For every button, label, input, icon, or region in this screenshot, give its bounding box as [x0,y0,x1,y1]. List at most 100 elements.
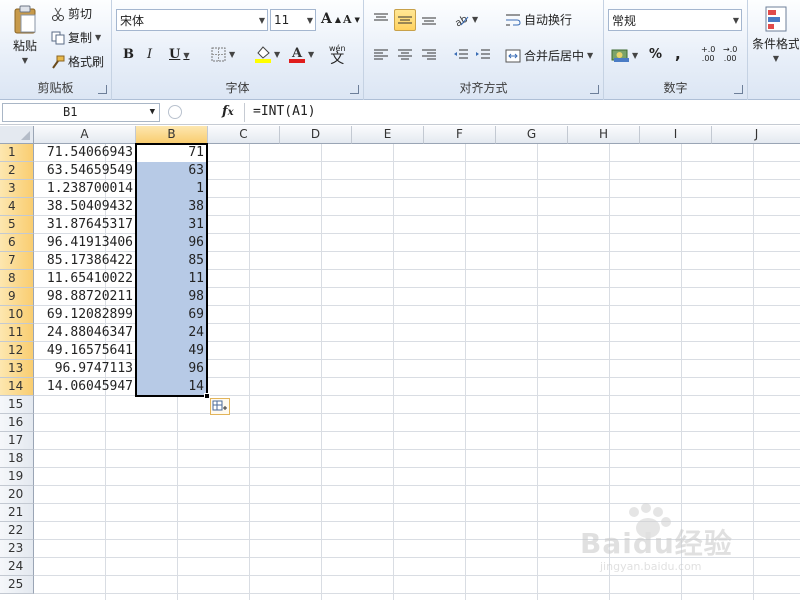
orientation-button[interactable]: ab ▼ [452,10,479,30]
column-header-g[interactable]: G [496,126,568,144]
comma-button[interactable]: , [674,44,682,64]
borders-button[interactable]: ▼ [210,46,236,63]
row-header-21[interactable]: 21 [0,504,34,522]
cell-a12[interactable]: 49.16575641 [34,342,136,360]
column-header-j[interactable]: J [712,126,800,144]
cell-b8[interactable]: 11 [136,270,207,288]
row-header-16[interactable]: 16 [0,414,34,432]
percent-button[interactable]: % [648,46,663,63]
cell-a4[interactable]: 38.50409432 [34,198,136,216]
font-size-select[interactable]: 11 ▼ [270,9,316,31]
cell-b13[interactable]: 96 [136,360,207,378]
formula-input[interactable]: =INT(A1) [244,103,798,122]
dialog-launcher-icon[interactable] [590,85,599,94]
shrink-font-button[interactable]: A ▼ [342,12,361,27]
cell-b3[interactable]: 1 [136,180,207,198]
increase-indent-button[interactable] [474,46,492,64]
align-left-button[interactable] [372,46,390,64]
cell-b7[interactable]: 85 [136,252,207,270]
cell-a11[interactable]: 24.88046347 [34,324,136,342]
cell-b2[interactable]: 63 [136,162,207,180]
cell-b4[interactable]: 38 [136,198,207,216]
cut-button[interactable]: 剪切 [50,4,93,23]
cell-a9[interactable]: 98.88720211 [34,288,136,306]
cell-a2[interactable]: 63.54659549 [34,162,136,180]
insert-function-icon[interactable]: fx [222,104,234,119]
column-header-a[interactable]: A [34,126,136,144]
row-header-12[interactable]: 12 [0,342,34,360]
row-header-19[interactable]: 19 [0,468,34,486]
cell-b6[interactable]: 96 [136,234,207,252]
cell-b14[interactable]: 14 [136,378,207,396]
cell-b9[interactable]: 98 [136,288,207,306]
currency-button[interactable]: ▼ [610,46,639,64]
auto-fill-options-button[interactable] [210,398,230,415]
row-header-24[interactable]: 24 [0,558,34,576]
italic-button[interactable]: I [146,46,153,63]
cell-b5[interactable]: 31 [136,216,207,234]
name-box[interactable]: B1 ▼ [2,103,160,122]
font-color-button[interactable]: A ▼ [288,44,315,64]
align-bottom-button[interactable] [420,10,438,28]
row-header-1[interactable]: 1 [0,144,34,162]
cell-a3[interactable]: 1.238700014 [34,180,136,198]
align-top-button[interactable] [372,10,390,28]
cell-a7[interactable]: 85.17386422 [34,252,136,270]
row-header-4[interactable]: 4 [0,198,34,216]
column-header-b[interactable]: B [136,126,208,144]
row-header-18[interactable]: 18 [0,450,34,468]
number-format-select[interactable]: 常规 ▼ [608,9,742,31]
column-header-e[interactable]: E [352,126,424,144]
merge-center-button[interactable]: 合并后居中 ▼ [504,46,594,65]
row-header-23[interactable]: 23 [0,540,34,558]
column-header-i[interactable]: I [640,126,712,144]
align-right-button[interactable] [420,46,438,64]
phonetic-button[interactable]: wén 文 [328,42,347,66]
decrease-indent-button[interactable] [452,46,470,64]
increase-decimal-button[interactable]: +.0 .00 [700,44,716,64]
fill-color-button[interactable]: ▼ [254,44,281,64]
row-header-3[interactable]: 3 [0,180,34,198]
row-header-5[interactable]: 5 [0,216,34,234]
cell-a6[interactable]: 96.41913406 [34,234,136,252]
format-painter-button[interactable]: 格式刷 [50,52,105,71]
row-header-10[interactable]: 10 [0,306,34,324]
row-header-6[interactable]: 6 [0,234,34,252]
decrease-decimal-button[interactable]: →.0 .00 [722,44,738,64]
cell-b1[interactable]: 71 [136,144,207,162]
align-center-button[interactable] [396,46,414,64]
cell-b12[interactable]: 49 [136,342,207,360]
cell-a13[interactable]: 96.9747113 [34,360,136,378]
cell-a1[interactable]: 71.54066943 [34,144,136,162]
cell-a10[interactable]: 69.12082899 [34,306,136,324]
column-header-f[interactable]: F [424,126,496,144]
cell-a5[interactable]: 31.87645317 [34,216,136,234]
column-header-d[interactable]: D [280,126,352,144]
row-header-14[interactable]: 14 [0,378,34,396]
row-header-9[interactable]: 9 [0,288,34,306]
dialog-launcher-icon[interactable] [98,85,107,94]
column-header-c[interactable]: C [208,126,280,144]
dialog-launcher-icon[interactable] [350,85,359,94]
bold-button[interactable]: B [122,46,135,63]
dialog-launcher-icon[interactable] [734,85,743,94]
underline-button[interactable]: U ▼ [168,46,191,63]
conditional-formatting-button[interactable]: 条件格式 ▼ [752,4,800,64]
cell-a8[interactable]: 11.65410022 [34,270,136,288]
row-header-7[interactable]: 7 [0,252,34,270]
row-header-22[interactable]: 22 [0,522,34,540]
column-header-h[interactable]: H [568,126,640,144]
copy-button[interactable]: 复制 ▼ [50,28,102,47]
grow-font-button[interactable]: A ▲ [320,10,342,28]
cell-a14[interactable]: 14.06045947 [34,378,136,396]
row-header-13[interactable]: 13 [0,360,34,378]
row-header-20[interactable]: 20 [0,486,34,504]
chevron-down-icon[interactable]: ▼ [150,104,155,121]
row-header-11[interactable]: 11 [0,324,34,342]
row-header-25[interactable]: 25 [0,576,34,594]
row-header-17[interactable]: 17 [0,432,34,450]
formula-bar-resize-handle[interactable] [168,105,182,119]
wrap-text-button[interactable]: 自动换行 [504,10,573,29]
align-middle-button[interactable] [394,9,416,31]
row-header-15[interactable]: 15 [0,396,34,414]
